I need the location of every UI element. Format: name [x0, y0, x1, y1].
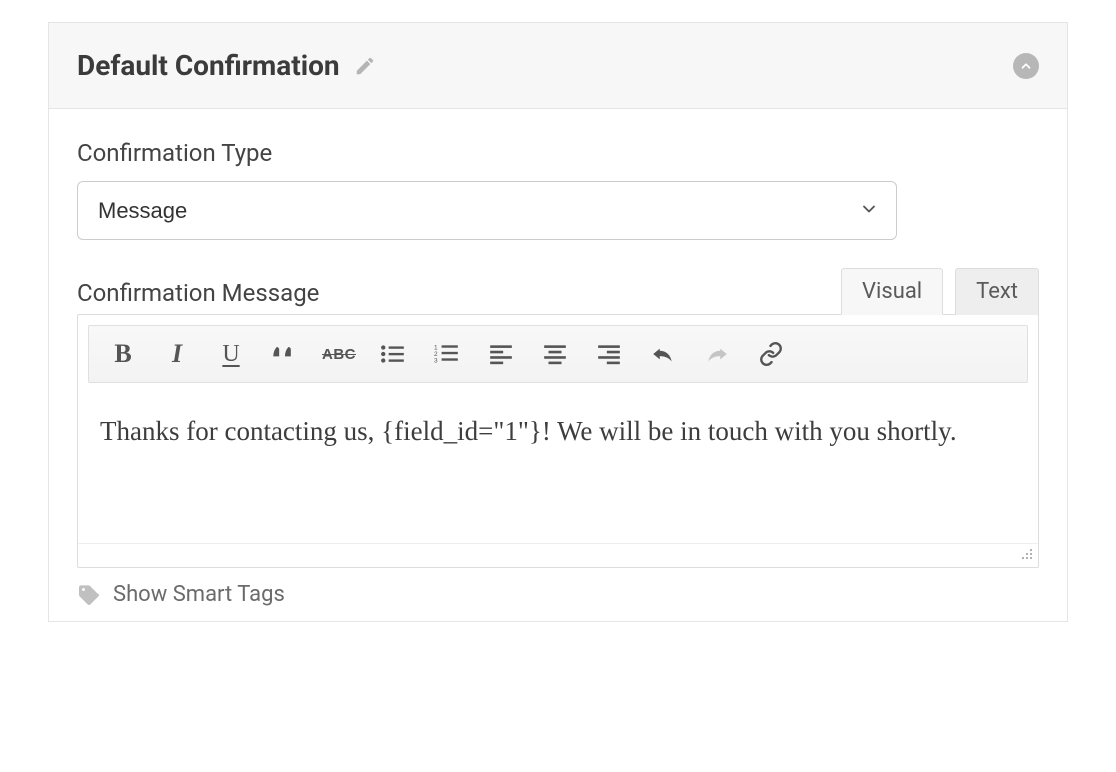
editor-toolbar: B I U ABC 1 [88, 325, 1028, 383]
tab-text[interactable]: Text [955, 268, 1039, 315]
bullet-list-button[interactable] [369, 334, 417, 374]
confirmation-message-label: Confirmation Message [77, 279, 319, 307]
strikethrough-icon: ABC [322, 346, 356, 363]
confirmation-message-header: Confirmation Message Visual Text [77, 268, 1039, 315]
link-icon [758, 341, 784, 367]
tab-visual[interactable]: Visual [841, 268, 943, 315]
message-editor[interactable]: Thanks for contacting us, {field_id="1"}… [78, 393, 1038, 543]
editor-resize-bar [78, 543, 1038, 567]
resize-handle[interactable] [1018, 545, 1034, 565]
bullet-list-icon [380, 343, 406, 365]
tag-icon [77, 583, 101, 607]
svg-text:3: 3 [434, 358, 438, 365]
panel-header: Default Confirmation [49, 23, 1067, 109]
italic-icon: I [172, 339, 182, 369]
resize-grip-icon [1018, 545, 1034, 561]
show-smart-tags-link[interactable]: Show Smart Tags [113, 582, 285, 607]
align-left-button[interactable] [477, 334, 525, 374]
confirmation-type-field: Confirmation Type Message [77, 139, 1039, 240]
redo-icon [704, 343, 730, 365]
blockquote-button[interactable] [261, 334, 309, 374]
editor-tabs: Visual Text [841, 268, 1039, 315]
redo-button[interactable] [693, 334, 741, 374]
collapse-button[interactable] [1013, 53, 1039, 79]
bold-button[interactable]: B [99, 334, 147, 374]
panel-body: Confirmation Type Message Confirmation M… [49, 109, 1067, 621]
strikethrough-button[interactable]: ABC [315, 334, 363, 374]
editor-box: B I U ABC 1 [77, 314, 1039, 568]
align-right-button[interactable] [585, 334, 633, 374]
undo-button[interactable] [639, 334, 687, 374]
confirmation-type-select[interactable]: Message [77, 181, 897, 240]
align-right-icon [596, 343, 622, 365]
chevron-up-icon [1019, 59, 1033, 73]
align-center-icon [542, 343, 568, 365]
pencil-icon[interactable] [354, 55, 376, 77]
quote-icon [271, 342, 299, 366]
confirmation-type-select-wrap: Message [77, 181, 897, 240]
smart-tags-row: Show Smart Tags [77, 582, 1039, 611]
bold-icon: B [114, 339, 131, 369]
align-left-icon [488, 343, 514, 365]
numbered-list-icon: 1 2 3 [434, 343, 460, 365]
link-button[interactable] [747, 334, 795, 374]
align-center-button[interactable] [531, 334, 579, 374]
panel-title-wrap: Default Confirmation [77, 49, 376, 82]
confirmation-panel: Default Confirmation Confirmation Type M… [48, 22, 1068, 622]
underline-icon: U [222, 341, 239, 368]
italic-button[interactable]: I [153, 334, 201, 374]
underline-button[interactable]: U [207, 334, 255, 374]
undo-icon [650, 343, 676, 365]
panel-title: Default Confirmation [77, 49, 340, 82]
numbered-list-button[interactable]: 1 2 3 [423, 334, 471, 374]
confirmation-type-label: Confirmation Type [77, 139, 1039, 167]
